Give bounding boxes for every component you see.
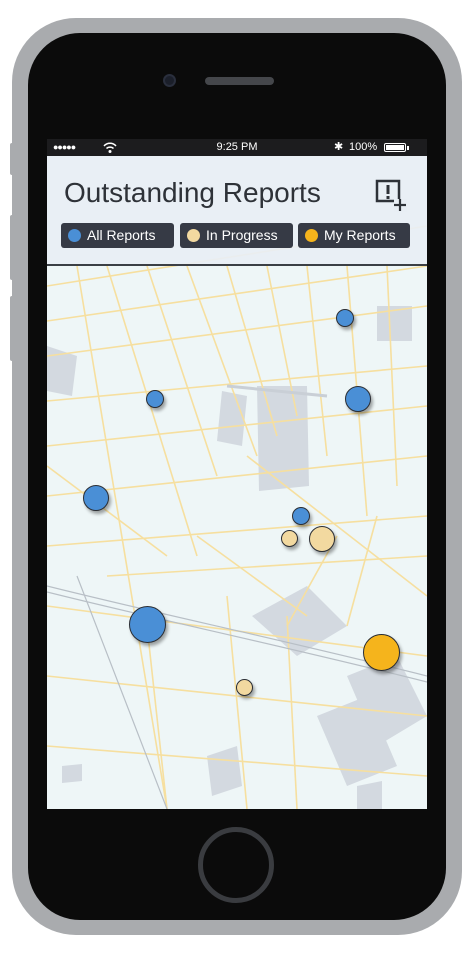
- report-marker[interactable]: [345, 386, 371, 412]
- filter-all-reports[interactable]: All Reports: [61, 223, 174, 248]
- battery-icon: [384, 143, 406, 152]
- volume-down-button: [10, 296, 16, 361]
- my-reports-dot-icon: [305, 229, 318, 242]
- filter-all-reports-label: All Reports: [87, 227, 156, 243]
- battery-percent: 100%: [349, 141, 378, 153]
- bluetooth-icon: ✱: [334, 141, 344, 153]
- earpiece-speaker: [205, 77, 274, 85]
- filter-in-progress[interactable]: In Progress: [180, 223, 293, 248]
- home-button[interactable]: [198, 827, 274, 903]
- app-header: Outstanding Reports All Reports In Progr…: [47, 156, 427, 266]
- report-marker[interactable]: [336, 309, 354, 327]
- filter-my-reports-label: My Reports: [324, 227, 396, 243]
- report-marker[interactable]: [309, 526, 335, 552]
- all-reports-dot-icon: [68, 229, 81, 242]
- page-title: Outstanding Reports: [64, 177, 321, 208]
- filter-in-progress-label: In Progress: [206, 227, 278, 243]
- report-marker[interactable]: [363, 634, 400, 671]
- report-marker[interactable]: [83, 485, 109, 511]
- report-marker[interactable]: [281, 530, 298, 547]
- report-marker[interactable]: [292, 507, 310, 525]
- filter-my-reports[interactable]: My Reports: [298, 223, 410, 248]
- mute-switch: [10, 143, 16, 175]
- report-marker[interactable]: [236, 679, 253, 696]
- report-marker[interactable]: [129, 606, 166, 643]
- volume-up-button: [10, 215, 16, 280]
- in-progress-dot-icon: [187, 229, 200, 242]
- battery-tip: [407, 146, 409, 150]
- app-screen: Outstanding Reports All Reports In Progr…: [47, 139, 427, 809]
- status-bar: ●●●●● 9:25 PM ✱ 100%: [47, 139, 427, 156]
- report-add-icon[interactable]: [374, 178, 408, 212]
- report-marker[interactable]: [146, 390, 164, 408]
- front-camera: [163, 74, 176, 87]
